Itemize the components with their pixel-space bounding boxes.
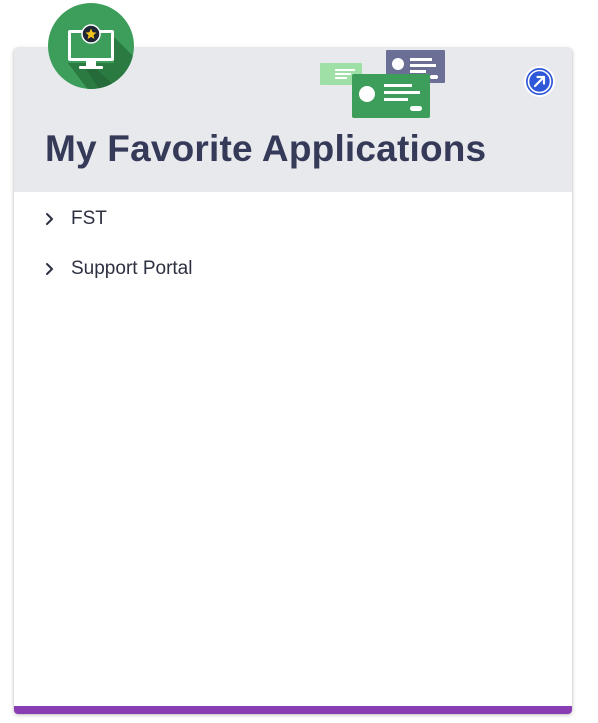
monitor-star-icon — [48, 3, 134, 89]
card-title: My Favorite Applications — [45, 128, 487, 169]
list-item-fst[interactable]: FST — [14, 200, 572, 250]
list-item-label: FST — [71, 208, 107, 229]
chevron-right-icon — [46, 263, 53, 275]
list-item-label: Support Portal — [71, 258, 193, 279]
id-cards-illustration — [320, 50, 445, 118]
application-list: FST Support Portal — [14, 200, 572, 300]
expand-button[interactable] — [526, 68, 553, 95]
list-item-support-portal[interactable]: Support Portal — [14, 250, 572, 300]
arrow-up-right-icon — [527, 69, 552, 94]
accent-bar — [14, 706, 572, 714]
chevron-right-icon — [46, 213, 53, 225]
favorite-apps-card: My Favorite Applications FST Support Por… — [14, 48, 572, 714]
page: My Favorite Applications FST Support Por… — [0, 0, 598, 723]
